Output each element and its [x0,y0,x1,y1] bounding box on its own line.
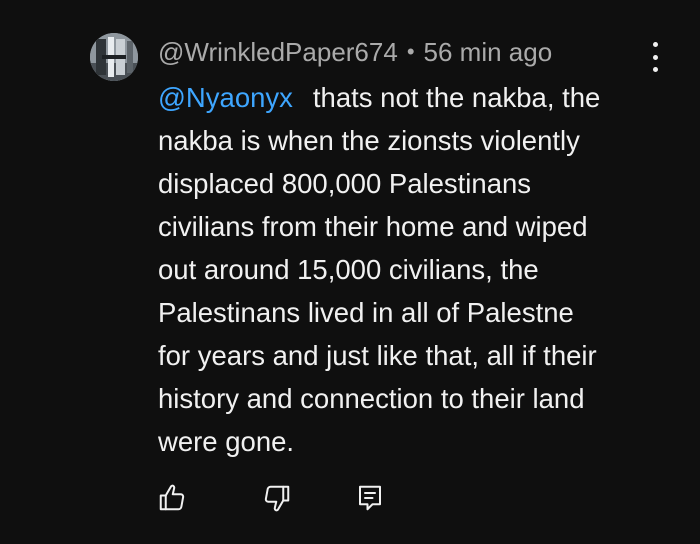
comment-header: @WrinkledPaper674 • 56 min ago [158,34,552,70]
comment-line-text: thats not the nakba, the [312,82,601,113]
thumbs-down-icon [264,485,290,512]
author-name[interactable]: @WrinkledPaper674 [158,37,398,68]
comment-line: were gone. [158,426,295,457]
more-options-button[interactable] [642,42,668,72]
kebab-menu-icon [652,42,658,47]
dislike-button[interactable] [261,482,293,514]
comment-line: for years and just like that, all if the… [158,340,597,371]
comment-text: @Nyaonyx thats not the nakba, the nakba i… [158,76,658,463]
kebab-dot [652,54,658,60]
comment-line: history and connection to their land [158,383,585,414]
avatar[interactable] [90,33,138,81]
comment-line: nakba is when the zionsts violently [158,125,580,156]
avatar-image [90,33,138,81]
comment-line: civilians from their home and wiped [158,211,588,242]
kebab-dot [652,67,658,72]
comment-line: @Nyaonyx thats not the nakba, the [158,76,658,119]
header-separator: • [406,39,415,64]
thumbs-up-icon [159,484,185,511]
mention-link[interactable]: @Nyaonyx [158,82,293,113]
like-button[interactable] [156,482,188,514]
reply-button[interactable] [354,482,386,514]
reply-comment-icon [359,485,381,511]
comment-actions [0,482,700,518]
comment-line: Palestinans lived in all of Palestne [158,297,574,328]
comment-timestamp[interactable]: 56 min ago [424,37,553,68]
comment-line: displaced 800,000 Palestinans [158,168,532,199]
comment-line: out around 15,000 civilians, the [158,254,539,285]
